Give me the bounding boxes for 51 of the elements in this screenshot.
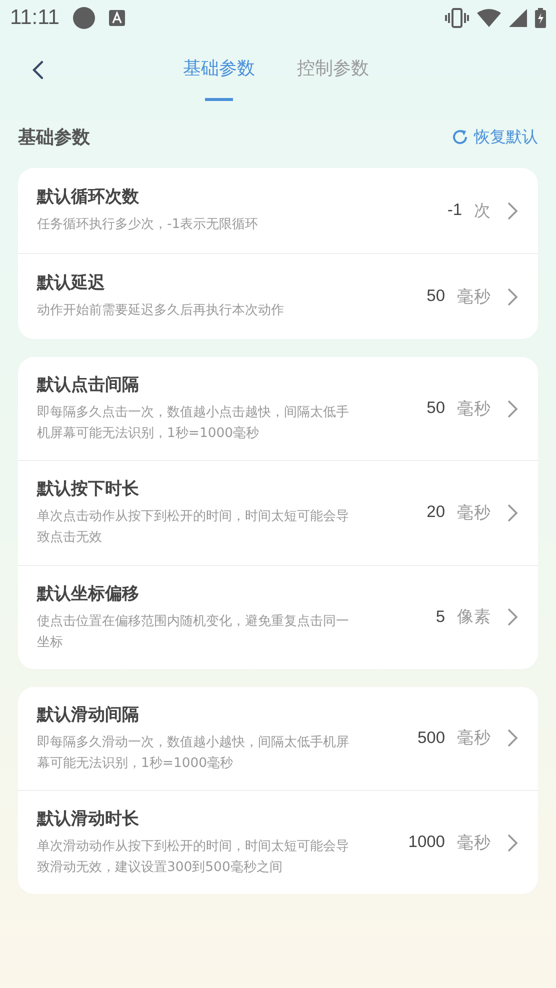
setting-value: 500 [417, 728, 445, 748]
setting-description: 单次点击动作从按下到松开的时间，时间太短可能会导致点击无效 [37, 508, 350, 548]
setting-title: 默认滑动时长 [37, 808, 140, 830]
chevron-right-icon [507, 832, 518, 853]
setting-row[interactable]: 默认滑动时长 单次滑动动作从按下到松开的时间，时间太短可能会导致滑动无效，建议设置300到500毫秒之间 1000 毫秒 [18, 790, 538, 894]
keyboard-icon [109, 10, 126, 26]
notification-dot-icon [73, 7, 96, 29]
chevron-right-icon [507, 200, 518, 220]
vibrate-icon [445, 8, 469, 28]
setting-title: 默认按下时长 [37, 478, 140, 500]
setting-title: 默认循环次数 [37, 186, 140, 208]
setting-value: 50 [426, 399, 445, 418]
section-title: 基础参数 [18, 126, 91, 149]
setting-row[interactable]: 默认按下时长 单次点击动作从按下到松开的时间，时间太短可能会导致点击无效 20 毫秒 [18, 460, 538, 564]
setting-value: 50 [426, 287, 445, 306]
chevron-right-icon [507, 398, 518, 419]
setting-unit: 毫秒 [457, 286, 491, 308]
setting-description: 即每隔多久点击一次，数值越小点击越快，间隔太低手机屏幕可能无法识别，1秒=1000毫秒 [37, 404, 350, 444]
setting-unit: 像素 [457, 606, 491, 628]
setting-row[interactable]: 默认坐标偏移 使点击位置在偏移范围内随机变化，避免重复点击同一坐标 5 像素 [18, 564, 538, 669]
setting-row[interactable]: 默认延迟 动作开始前需要延迟多久后再执行本次动作 50 毫秒 [18, 253, 538, 339]
setting-description: 使点击位置在偏移范围内随机变化，避免重复点击同一坐标 [37, 612, 350, 652]
setting-title: 默认点击间隔 [37, 374, 140, 396]
setting-value: 20 [426, 503, 445, 522]
setting-description: 动作开始前需要延迟多久后再执行本次动作 [37, 302, 285, 320]
setting-value: 1000 [408, 833, 445, 852]
status-time: 11:11 [10, 6, 60, 30]
setting-unit: 次 [474, 200, 491, 222]
setting-value: 5 [436, 608, 445, 627]
setting-row[interactable]: 默认点击间隔 即每隔多久点击一次，数值越小点击越快，间隔太低手机屏幕可能无法识别，1秒=1000毫秒 50 毫秒 [18, 357, 538, 460]
setting-unit: 毫秒 [457, 398, 491, 420]
setting-unit: 毫秒 [457, 727, 491, 750]
setting-row[interactable]: 默认循环次数 任务循环执行多少次，-1表示无限循环 -1 次 [18, 168, 538, 253]
wifi-icon [477, 9, 501, 27]
chevron-right-icon [507, 502, 518, 523]
battery-icon [535, 8, 546, 28]
refresh-icon [451, 128, 469, 146]
setting-unit: 毫秒 [457, 832, 491, 854]
setting-title: 默认滑动间隔 [37, 704, 140, 726]
setting-unit: 毫秒 [457, 502, 491, 524]
setting-value: -1 [447, 201, 462, 220]
setting-row[interactable]: 默认滑动间隔 即每隔多久滑动一次，数值越小越快，间隔太低手机屏幕可能无法识别，1秒=1000毫秒 500 毫秒 [18, 686, 538, 790]
setting-title: 默认坐标偏移 [37, 582, 140, 604]
setting-description: 单次滑动动作从按下到松开的时间，时间太短可能会导致滑动无效，建议设置300到500毫秒之间 [37, 838, 350, 878]
chevron-right-icon [507, 728, 518, 748]
setting-title: 默认延迟 [37, 272, 106, 294]
chevron-right-icon [507, 286, 518, 306]
chevron-right-icon [507, 607, 518, 628]
setting-description: 即每隔多久滑动一次，数值越小越快，间隔太低手机屏幕可能无法识别，1秒=1000毫秒 [37, 734, 350, 773]
signal-icon [509, 9, 527, 27]
setting-description: 任务循环执行多少次，-1表示无限循环 [37, 216, 260, 234]
